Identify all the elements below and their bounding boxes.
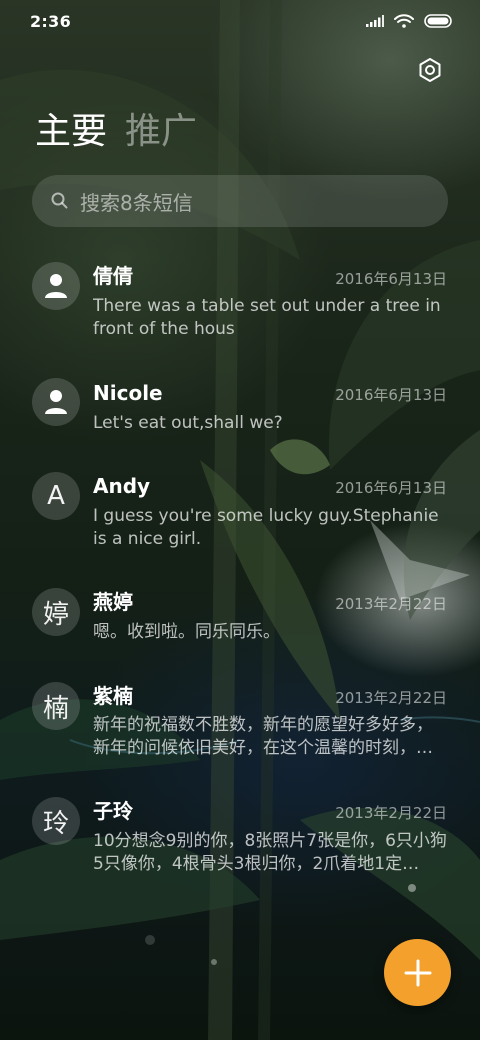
message-snippet: I guess you're some lucky guy.Stephanie …	[93, 506, 439, 549]
message-date: 2013年2月22日	[335, 595, 447, 613]
message-date: 2016年6月13日	[335, 270, 447, 288]
conversation-item[interactable]: 倩倩 2016年6月13日 There was a table set out …	[0, 262, 480, 357]
avatar	[32, 262, 80, 310]
tab-primary[interactable]: 主要	[35, 108, 107, 156]
contact-name: Andy	[93, 474, 151, 498]
person-icon	[45, 390, 67, 414]
message-date: 2016年6月13日	[335, 479, 447, 497]
conversation-item[interactable]: 楠 紫楠 2013年2月22日 新年的祝福数不胜数，新年的愿望好多好多，新年的问…	[0, 682, 480, 777]
status-bar: 2:36	[0, 0, 480, 42]
message-snippet: 10分想念9别的你，8张照片7张是你，6只小狗5只像你，4根骨头3根归你，2爪着…	[93, 831, 447, 874]
conversation-item[interactable]: 玲 子玲 2013年2月22日 10分想念9别的你，8张照片7张是你，6只小狗5…	[0, 797, 480, 892]
new-message-button[interactable]	[384, 939, 451, 1006]
message-date: 2013年2月22日	[335, 689, 447, 707]
tab-bar: 主要 推广	[35, 108, 197, 156]
search-input[interactable]: 搜索8条短信	[32, 175, 448, 227]
status-time: 2:36	[30, 11, 71, 31]
contact-name: 子玲	[93, 799, 133, 823]
message-date: 2013年2月22日	[335, 804, 447, 822]
plus-icon	[404, 959, 431, 986]
person-icon	[45, 274, 67, 298]
search-icon	[51, 192, 68, 209]
conversation-item[interactable]: Nicole 2016年6月13日 Let's eat out,shall we…	[0, 378, 480, 448]
contact-name: 紫楠	[93, 684, 133, 708]
contact-name: 燕婷	[93, 590, 133, 614]
status-icons	[366, 14, 452, 28]
search-placeholder: 搜索8条短信	[80, 190, 193, 215]
wifi-icon	[394, 14, 414, 28]
battery-icon	[424, 14, 452, 28]
avatar: A	[32, 472, 80, 520]
contact-name: Nicole	[93, 381, 163, 405]
avatar	[32, 378, 80, 426]
message-snippet: Let's eat out,shall we?	[93, 413, 283, 433]
avatar: 婷	[32, 588, 80, 636]
message-snippet: There was a table set out under a tree i…	[93, 296, 441, 339]
conversation-item[interactable]: A Andy 2016年6月13日 I guess you're some lu…	[0, 472, 480, 567]
contact-name: 倩倩	[93, 264, 133, 288]
conversation-item[interactable]: 婷 燕婷 2013年2月22日 嗯。收到啦。同乐同乐。	[0, 588, 480, 658]
message-date: 2016年6月13日	[335, 386, 447, 404]
avatar: 玲	[32, 797, 80, 845]
message-snippet: 新年的祝福数不胜数，新年的愿望好多好多，新年的问候依旧美好，在这个温馨的时刻，…	[93, 715, 433, 758]
gear-icon	[419, 58, 441, 82]
message-snippet: 嗯。收到啦。同乐同乐。	[93, 622, 280, 642]
signal-icon	[366, 15, 384, 27]
settings-button[interactable]	[414, 54, 446, 86]
avatar: 楠	[32, 682, 80, 730]
tab-promotions[interactable]: 推广	[125, 108, 197, 156]
